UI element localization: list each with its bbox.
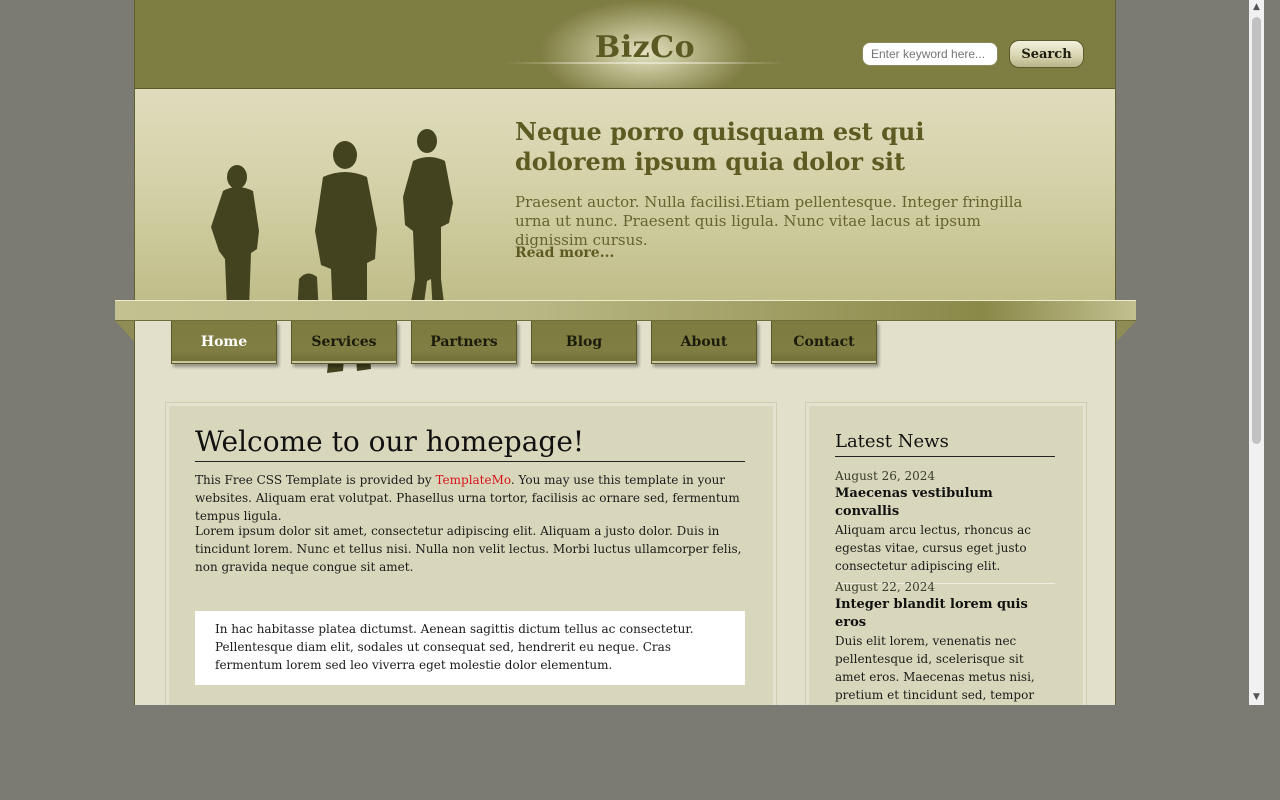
nav-tab-contact[interactable]: Contact [771,321,877,364]
nav-tab-services[interactable]: Services [291,321,397,364]
news-headline[interactable]: Maecenas vestibulum convallis [835,485,1055,521]
shelf-fold-left [115,321,134,341]
nav-shelf [115,300,1136,321]
scroll-down-arrow-icon[interactable]: ▼ [1249,690,1264,705]
vertical-scrollbar[interactable]: ▲ ▼ [1249,0,1264,705]
nav-tab-partners[interactable]: Partners [411,321,517,364]
read-more-link[interactable]: Read more... [515,245,614,261]
scroll-up-arrow-icon[interactable]: ▲ [1249,0,1264,15]
main-nav: Home Services Partners Blog About Contac… [171,321,891,366]
news-date: August 22, 2024 [835,580,936,594]
intro-text-prefix: This Free CSS Template is provided by [195,473,436,487]
nav-tab-about[interactable]: About [651,321,757,364]
body-paragraph: Lorem ipsum dolor sit amet, consectetur … [195,524,742,574]
templatemo-link[interactable]: TemplateMo [435,473,510,487]
news-date: August 26, 2024 [835,469,936,483]
quote-box: In hac habitasse platea dictumst. Aenean… [195,611,745,685]
main-content-box: Welcome to our homepage! This Free CSS T… [165,402,777,705]
shelf-fold-right [1117,321,1136,341]
nav-tab-blog[interactable]: Blog [531,321,637,364]
banner-title: Neque porro quisquam est qui dolorem ips… [515,117,925,176]
latest-news-sidebar: Latest News August 26, 2024 Maecenas ves… [805,402,1087,705]
banner-text: Praesent auctor. Nulla facilisi.Etiam pe… [515,193,1023,249]
site-logo[interactable]: BizCo [555,30,735,65]
news-item: August 26, 2024 Maecenas vestibulum conv… [835,467,1055,584]
nav-tab-home[interactable]: Home [171,321,277,364]
intro-paragraph: This Free CSS Template is provided by Te… [195,471,745,525]
news-headline[interactable]: Integer blandit lorem quis eros [835,596,1055,632]
scrollbar-thumb[interactable] [1252,17,1261,444]
search-input[interactable] [862,42,998,66]
search-button[interactable]: Search [1009,40,1084,68]
news-text: Duis elit lorem, venenatis nec pellentes… [835,634,1035,702]
page-container: BizCo Search Neque porro [134,0,1116,705]
page-title: Welcome to our homepage! [195,425,745,462]
header-top-bar: BizCo Search [135,0,1115,89]
browser-viewport: BizCo Search Neque porro [0,0,1249,705]
sidebar-title: Latest News [835,430,1055,457]
news-item: August 22, 2024 Integer blandit lorem qu… [835,578,1055,705]
news-text: Aliquam arcu lectus, rhoncus ac egestas … [835,523,1031,573]
